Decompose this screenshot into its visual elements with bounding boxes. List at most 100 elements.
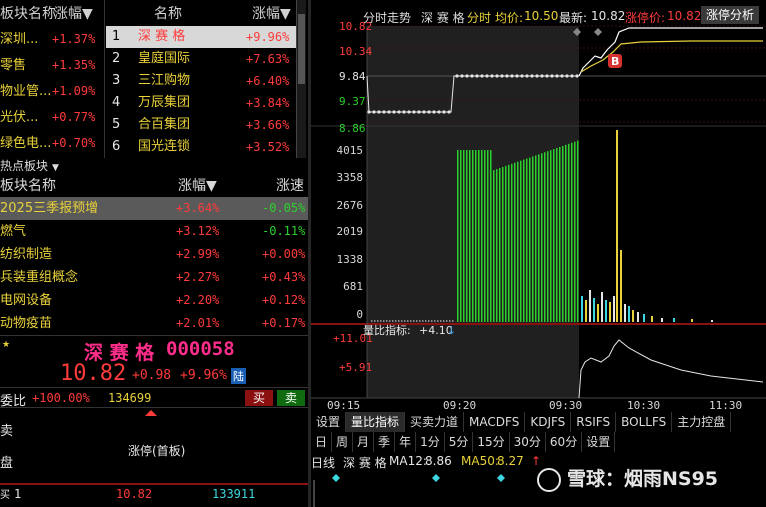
table-row[interactable]: 纺织制造 +2.99% +0.00% xyxy=(0,243,310,266)
tab-period[interactable]: 月 xyxy=(353,432,375,452)
table-row[interactable]: 兵装重组概念 +2.27% +0.43% xyxy=(0,266,310,289)
volume-bar xyxy=(628,306,630,322)
price-tick-label: 10.34 xyxy=(339,45,372,58)
tab-period[interactable]: 年 xyxy=(395,432,417,452)
table-row[interactable]: 燃气 +3.12% -0.11% xyxy=(0,220,310,243)
tab-indicator[interactable]: 设置 xyxy=(311,412,347,432)
volume-bar xyxy=(386,320,388,322)
volume-bar xyxy=(389,320,391,322)
table-row[interactable]: 4 万辰集团 +3.84% xyxy=(106,92,306,114)
ranking-scrollbar[interactable] xyxy=(296,0,306,158)
volume-bar xyxy=(404,320,406,322)
volume-bar xyxy=(514,162,516,322)
list-item[interactable]: 物业管... +1.09% xyxy=(0,80,104,103)
volume-bar xyxy=(651,316,653,322)
price-tick-label: 8.86 xyxy=(339,122,366,135)
sector-change-header[interactable]: 涨幅▼ xyxy=(54,0,93,28)
tab-period[interactable]: 1分 xyxy=(416,432,445,452)
tab-period[interactable]: 季 xyxy=(374,432,396,452)
col-name-header[interactable]: 板块名称 xyxy=(0,175,56,198)
volume-tick-label: 1338 xyxy=(337,253,364,266)
volume-bar xyxy=(616,130,618,322)
col-speed-header[interactable]: 涨速 xyxy=(276,175,304,198)
volume-bar xyxy=(624,304,626,322)
marker-diamond-icon xyxy=(594,28,602,36)
volume-bar xyxy=(508,164,510,322)
tab-period[interactable]: 15分 xyxy=(473,432,510,452)
volume-bar xyxy=(565,144,567,322)
volume-bar xyxy=(475,150,477,322)
list-item[interactable]: 零售 +1.35% xyxy=(0,54,104,77)
price-tick-label: 9.37 xyxy=(339,95,366,108)
ratio-tick-label: +5.91 xyxy=(339,361,372,374)
table-row[interactable]: 2 皇庭国际 +7.63% xyxy=(106,48,306,70)
volume-bar xyxy=(526,158,528,322)
tab-period[interactable]: 周 xyxy=(332,432,354,452)
volume-bar xyxy=(673,318,675,322)
stock-change: +0.98 xyxy=(132,368,172,383)
sector-name-header[interactable]: 板块名称 xyxy=(0,6,56,22)
ranking-name-header[interactable]: 名称 xyxy=(154,0,182,28)
volume-bar xyxy=(523,159,525,322)
list-item[interactable]: 绿色电... +0.70% xyxy=(0,132,104,155)
tab-indicator[interactable]: 量比指标 xyxy=(346,412,406,432)
tab-period[interactable]: 日 xyxy=(311,432,333,452)
dropdown-arrow-icon: ▼ xyxy=(52,163,59,173)
volume-bar xyxy=(452,320,454,322)
scrollbar-thumb[interactable] xyxy=(298,14,305,84)
volume-bar xyxy=(544,152,546,322)
tab-indicator[interactable]: 买卖力道 xyxy=(405,412,465,432)
tab-period[interactable]: 设置 xyxy=(582,432,616,452)
volume-bar xyxy=(431,320,433,322)
price-tick-label: 9.84 xyxy=(339,70,366,83)
volume-bar xyxy=(547,151,549,322)
table-row[interactable]: 6 国光连锁 +3.52% xyxy=(106,136,306,158)
volume-bar xyxy=(371,320,373,322)
volume-bar xyxy=(643,314,645,322)
volume-tick-label: 0 xyxy=(356,308,363,321)
order-book-buy-row[interactable]: 买 1 10.82 133911 xyxy=(0,485,308,507)
table-row[interactable]: 动物疫苗 +2.01% +0.17% xyxy=(0,312,310,335)
ranking-change-header[interactable]: 涨幅▼ xyxy=(252,0,291,28)
tab-indicator[interactable]: KDJFS xyxy=(525,412,572,432)
table-row[interactable]: 3 三江购物 +6.40% xyxy=(106,70,306,92)
volume-tick-label: 2676 xyxy=(337,199,364,212)
stock-ranking-panel: 名称 涨幅▼ 1 深 赛 格 +9.96% 2 皇庭国际 +7.63% 3 三江… xyxy=(106,0,307,158)
stock-change-pct: +9.96% xyxy=(180,368,227,383)
buy-button[interactable]: 买 xyxy=(245,390,274,406)
collapse-up-icon[interactable] xyxy=(143,408,159,418)
table-row-selected[interactable]: 2025三季报预增 +3.64% -0.05% xyxy=(0,197,310,220)
volume-bar xyxy=(413,320,415,322)
time-tick-label: 09:15 xyxy=(327,399,360,412)
volume-bar xyxy=(496,169,498,322)
volume-bar xyxy=(490,150,492,322)
table-row[interactable]: 5 合百集团 +3.66% xyxy=(106,114,306,136)
tab-period[interactable]: 30分 xyxy=(510,432,546,452)
volume-bar xyxy=(609,302,611,322)
volume-bar xyxy=(556,148,558,322)
tab-indicator[interactable]: BOLLFS xyxy=(616,412,673,432)
tab-indicator[interactable]: 主力控盘 xyxy=(672,412,732,432)
sort-down-icon: ▼ xyxy=(206,178,217,194)
table-header: 板块名称 涨幅▼ 涨速 xyxy=(0,175,310,198)
tab-indicator[interactable]: MACDFS xyxy=(464,412,526,432)
star-icon[interactable]: ★ xyxy=(2,340,10,350)
list-item[interactable]: 光伏... +0.77% xyxy=(0,106,104,129)
tab-period[interactable]: 5分 xyxy=(445,432,474,452)
table-row-selected[interactable]: 1 深 赛 格 +9.96% xyxy=(106,26,306,48)
intraday-chart-svg[interactable]: 10.82 10.34 9.84 9.37 8.86 4015 3358 2676 2019 13… xyxy=(311,0,766,412)
hot-sectors-title[interactable]: 热点板块 ▼ xyxy=(0,157,307,175)
tab-indicator[interactable]: RSIFS xyxy=(571,412,617,432)
tab-period[interactable]: 60分 xyxy=(546,432,583,452)
list-item[interactable]: 深圳... +1.37% xyxy=(0,28,104,51)
sell-button[interactable]: 卖 xyxy=(277,390,306,406)
stock-price-bar: 10.82 +0.98 +9.96% 陆 xyxy=(0,361,308,387)
volume-bar xyxy=(562,145,564,322)
stock-quote-panel: ★ 深 赛 格 000058 10.82 +0.98 +9.96% 陆 委比 +… xyxy=(0,335,308,507)
volume-bar xyxy=(568,143,570,322)
col-change-header[interactable]: 涨幅▼ xyxy=(178,175,217,198)
volume-bar xyxy=(484,150,486,322)
volume-bar xyxy=(434,320,436,322)
volume-bar xyxy=(559,147,561,322)
table-row[interactable]: 电网设备 +2.20% +0.12% xyxy=(0,289,310,312)
